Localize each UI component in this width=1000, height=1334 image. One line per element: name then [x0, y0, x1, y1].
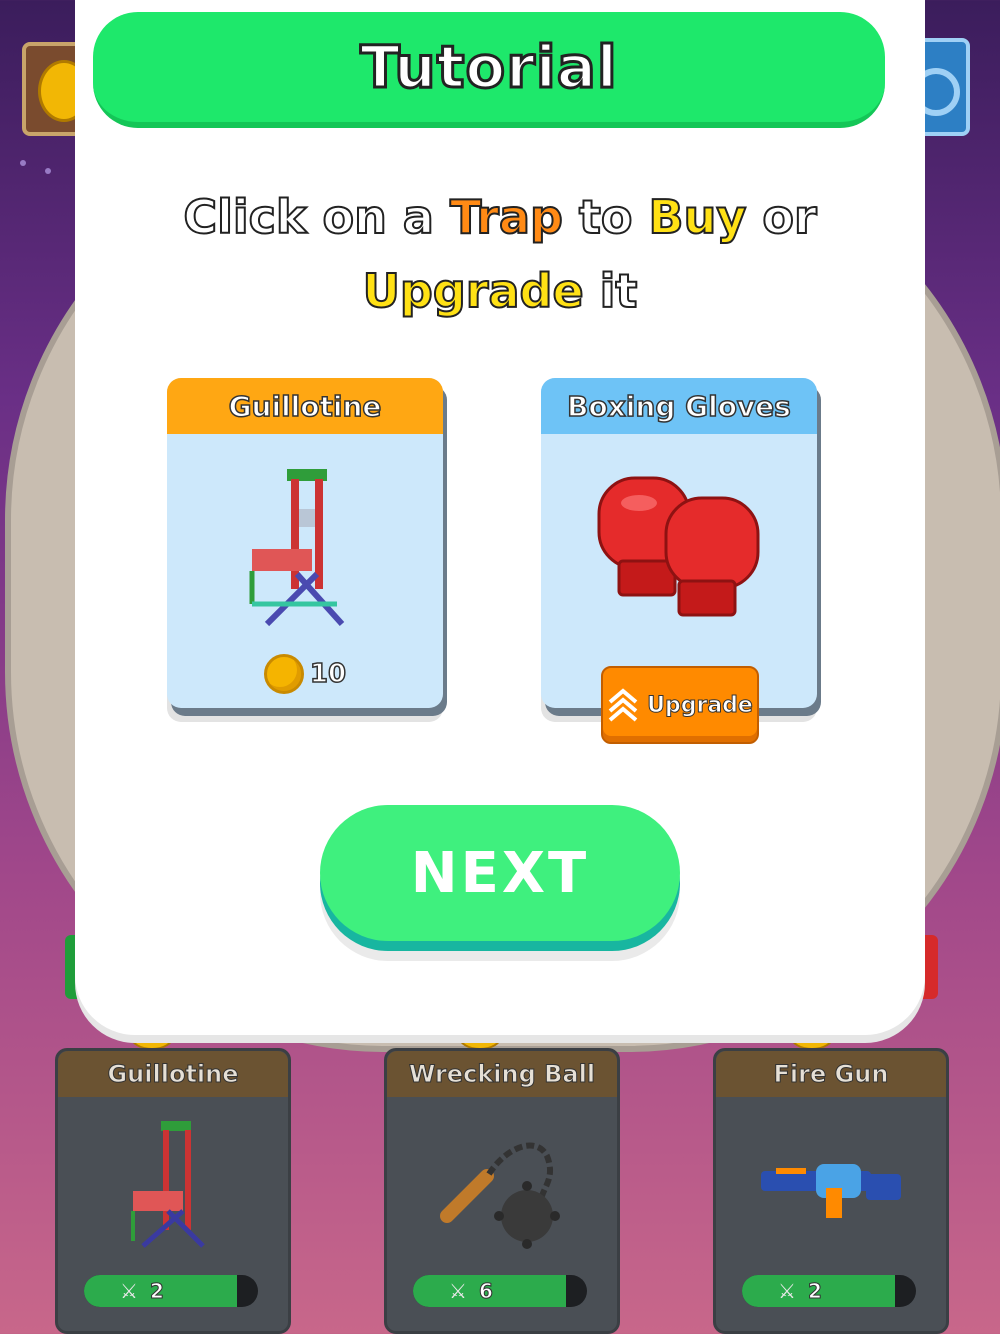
level-number: 2 [807, 1279, 822, 1304]
shop-card-title: Guillotine [58, 1051, 288, 1097]
boxing-gloves-icon [591, 473, 771, 627]
shop-card-title: Fire Gun [716, 1051, 946, 1097]
level-bar: ⚔ 2 [742, 1275, 916, 1307]
trap-card-title: Guillotine [167, 378, 443, 434]
title-bar: Tutorial [93, 12, 885, 128]
shop-card-title: Wrecking Ball [387, 1051, 617, 1097]
level-bar: ⚔ 6 [413, 1275, 587, 1307]
trap-card-title: Boxing Gloves [541, 378, 817, 434]
swords-icon: ⚔ [449, 1279, 467, 1303]
level-number: 2 [149, 1279, 164, 1304]
shop-card-fire-gun[interactable]: Fire Gun ⚔ 2 [713, 1048, 949, 1334]
next-label: NEXT [410, 840, 590, 906]
shop-card-guillotine[interactable]: Guillotine ⚔ 2 [55, 1048, 291, 1334]
wrecking-ball-icon [387, 1111, 617, 1261]
level-number: 6 [478, 1279, 493, 1304]
swords-icon: ⚔ [120, 1279, 138, 1303]
star [20, 160, 26, 166]
trap-price: 10 [167, 654, 443, 694]
tutorial-instruction: Click on a Trap to Buy or Upgrade it [182, 189, 817, 319]
trap-card-guillotine[interactable]: Guillotine 10 [167, 378, 443, 708]
upgrade-arrows-icon [608, 688, 638, 722]
swords-icon: ⚔ [778, 1279, 796, 1303]
upgrade-button[interactable]: Upgrade [601, 666, 759, 744]
fire-gun-icon [716, 1111, 946, 1261]
next-button[interactable]: NEXT [320, 805, 680, 941]
coin-icon [263, 654, 304, 694]
upgrade-label: Upgrade [647, 692, 754, 718]
modal-title: Tutorial [359, 32, 619, 103]
star [45, 168, 51, 174]
tutorial-modal: Tutorial Click on a Trap to Buy or Upgra… [75, 0, 925, 1035]
trap-card-boxing-gloves[interactable]: Boxing Gloves Upgrade [541, 378, 817, 744]
guillotine-icon [58, 1111, 288, 1261]
price-value: 10 [309, 658, 347, 690]
guillotine-icon [237, 464, 367, 638]
level-bar: ⚔ 2 [84, 1275, 258, 1307]
shop-card-wrecking-ball[interactable]: Wrecking Ball ⚔ 6 [384, 1048, 620, 1334]
